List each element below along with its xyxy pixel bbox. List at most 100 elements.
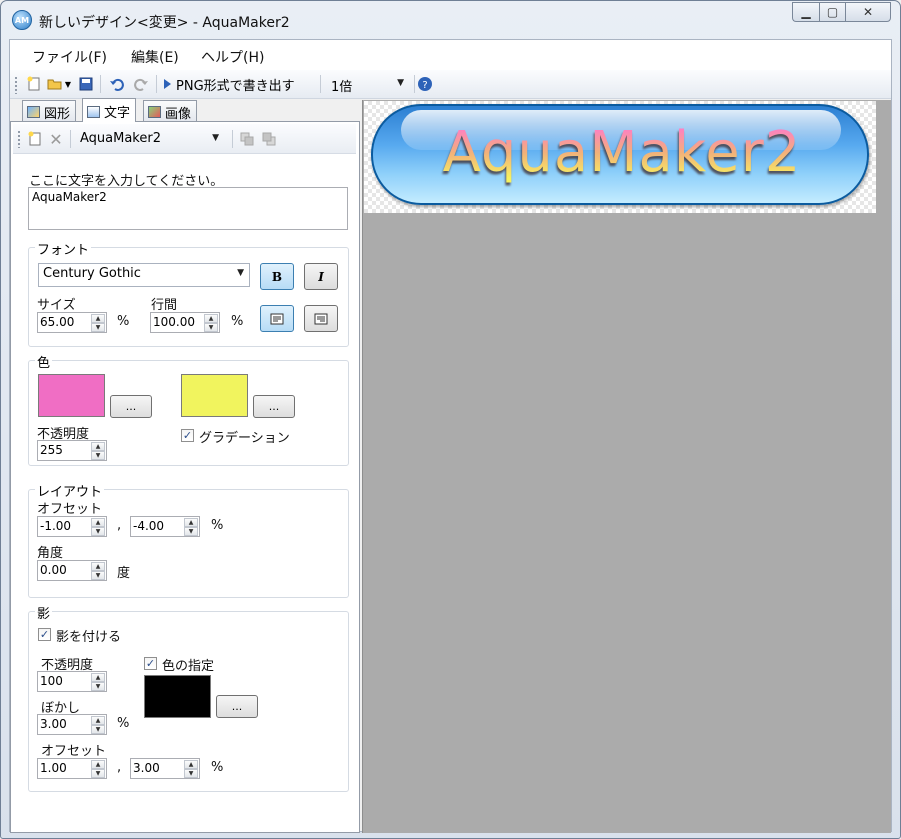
spin-up-icon[interactable]: ▲ bbox=[184, 518, 198, 527]
shadow-offset-y-spinner[interactable]: 3.00 ▲ ▼ bbox=[130, 758, 200, 779]
align-right-button[interactable] bbox=[304, 305, 338, 332]
tab-image[interactable]: 画像 bbox=[143, 100, 198, 122]
shadow-color-swatch[interactable] bbox=[144, 675, 211, 718]
line-spacing-unit: % bbox=[231, 314, 244, 329]
layout-offset-x-value: -1.00 bbox=[40, 519, 72, 533]
delete-text-button[interactable]: ✕ bbox=[46, 129, 66, 149]
bring-front-button[interactable] bbox=[237, 129, 257, 149]
layout-group: レイアウト オフセット -1.00 ▲ ▼ , -4.00 ▲ ▼ % 角度 0.0… bbox=[28, 481, 349, 598]
color1-swatch[interactable] bbox=[38, 374, 105, 417]
opacity-value: 255 bbox=[40, 443, 63, 457]
shadow-offset-y-value: 3.00 bbox=[133, 761, 160, 775]
text-item-select[interactable]: AquaMaker2 ▼ bbox=[75, 128, 225, 150]
spin-down-icon[interactable]: ▼ bbox=[184, 527, 198, 536]
send-back-button[interactable] bbox=[259, 129, 279, 149]
shadow-opacity-spinner[interactable]: 100 ▲ ▼ bbox=[37, 671, 107, 692]
color-spec-checkbox[interactable]: ✓ bbox=[144, 657, 157, 670]
spin-up-icon[interactable]: ▲ bbox=[91, 562, 105, 571]
close-icon: ✕ bbox=[862, 5, 874, 19]
shadow-color-browse-button[interactable]: ... bbox=[216, 695, 258, 718]
spin-down-icon[interactable]: ▼ bbox=[91, 725, 105, 734]
undo-button[interactable] bbox=[107, 74, 127, 94]
spin-down-icon[interactable]: ▼ bbox=[91, 682, 105, 691]
spin-down-icon[interactable]: ▼ bbox=[91, 769, 105, 778]
opacity-spinner[interactable]: 255 ▲ ▼ bbox=[37, 440, 107, 461]
save-button[interactable] bbox=[76, 74, 96, 94]
line-spacing-value: 100.00 bbox=[153, 315, 195, 329]
spin-up-icon[interactable]: ▲ bbox=[204, 314, 218, 323]
help-button[interactable]: ? bbox=[415, 74, 435, 94]
size-spinner[interactable]: 65.00 ▲ ▼ bbox=[37, 312, 107, 333]
spin-down-icon[interactable]: ▼ bbox=[91, 527, 105, 536]
tab-text[interactable]: 文字 bbox=[82, 98, 137, 122]
spin-up-icon[interactable]: ▲ bbox=[91, 673, 105, 682]
shadow-offset-x-spinner[interactable]: 1.00 ▲ ▼ bbox=[37, 758, 107, 779]
menu-file[interactable]: ファイル(F) bbox=[32, 47, 107, 67]
angle-spinner[interactable]: 0.00 ▲ ▼ bbox=[37, 560, 107, 581]
folder-open-icon bbox=[47, 79, 62, 90]
layout-offset-x-spinner[interactable]: -1.00 ▲ ▼ bbox=[37, 516, 107, 537]
tab-text-label: 文字 bbox=[104, 106, 131, 121]
color2-swatch[interactable] bbox=[181, 374, 248, 417]
maximize-button[interactable]: ▢ bbox=[819, 2, 845, 22]
color-spec-label: 色の指定 bbox=[162, 659, 215, 674]
spin-up-icon[interactable]: ▲ bbox=[91, 518, 105, 527]
layout-offset-y-spinner[interactable]: -4.00 ▲ ▼ bbox=[130, 516, 200, 537]
color1-browse-button[interactable]: ... bbox=[110, 395, 152, 418]
spin-down-icon[interactable]: ▼ bbox=[91, 571, 105, 580]
export-png-button[interactable]: PNG形式で書き出す bbox=[162, 74, 312, 94]
shadow-offset-label: オフセット bbox=[41, 744, 107, 759]
color2-browse-button[interactable]: ... bbox=[253, 395, 295, 418]
spin-down-icon[interactable]: ▼ bbox=[204, 323, 218, 332]
italic-button[interactable]: I bbox=[304, 263, 338, 290]
text-input[interactable]: AquaMaker2 bbox=[28, 187, 348, 230]
spin-up-icon[interactable]: ▲ bbox=[91, 760, 105, 769]
line-spacing-spinner[interactable]: 100.00 ▲ ▼ bbox=[150, 312, 220, 333]
window-title: 新しいデザイン<変更> - AquaMaker2 bbox=[39, 15, 290, 31]
font-name-value: Century Gothic bbox=[43, 266, 141, 281]
blur-spinner[interactable]: 3.00 ▲ ▼ bbox=[37, 714, 107, 735]
spin-up-icon[interactable]: ▲ bbox=[91, 314, 105, 323]
preview-image[interactable]: AquaMaker2 bbox=[364, 101, 876, 213]
open-dropdown-button[interactable]: ▼ bbox=[63, 74, 73, 94]
blur-unit: % bbox=[117, 716, 130, 731]
text-item-value: AquaMaker2 bbox=[80, 131, 161, 146]
add-text-button[interactable] bbox=[25, 129, 45, 149]
spin-down-icon[interactable]: ▼ bbox=[91, 451, 105, 460]
toolbar-grip[interactable] bbox=[17, 130, 21, 148]
shadow-enable-checkbox[interactable]: ✓ bbox=[38, 628, 51, 641]
undo-icon bbox=[110, 78, 124, 91]
font-group: フォント Century Gothic ▼ B I サイズ 65.00 ▲ ▼ %… bbox=[28, 239, 349, 347]
toolbar-grip[interactable] bbox=[14, 76, 18, 94]
zoom-select[interactable]: 1倍 ▼ bbox=[326, 73, 410, 95]
new-button[interactable] bbox=[24, 74, 44, 94]
menu-bar: ファイル(F) 編集(E) ヘルプ(H) bbox=[10, 40, 891, 70]
spin-up-icon[interactable]: ▲ bbox=[184, 760, 198, 769]
tab-shape[interactable]: 図形 bbox=[22, 100, 77, 122]
toolbar-separator bbox=[70, 130, 71, 148]
send-back-icon bbox=[262, 132, 276, 146]
toolbar-separator bbox=[100, 75, 101, 93]
minimize-button[interactable]: ▁ bbox=[792, 2, 819, 22]
spin-down-icon[interactable]: ▼ bbox=[184, 769, 198, 778]
canvas-area[interactable]: AquaMaker2 bbox=[362, 100, 891, 833]
angle-label: 角度 bbox=[37, 546, 64, 561]
spin-up-icon[interactable]: ▲ bbox=[91, 442, 105, 451]
font-select[interactable]: Century Gothic ▼ bbox=[38, 263, 250, 287]
close-button[interactable]: ✕ bbox=[845, 2, 891, 22]
gradient-checkbox[interactable]: ✓ bbox=[181, 429, 194, 442]
align-left-button[interactable] bbox=[260, 305, 294, 332]
delete-icon: ✕ bbox=[49, 129, 63, 149]
menu-edit[interactable]: 編集(E) bbox=[131, 47, 179, 67]
title-bar[interactable]: AM 新しいデザイン<変更> - AquaMaker2 ▁ ▢ ✕ bbox=[1, 1, 900, 39]
align-left-icon bbox=[270, 313, 284, 324]
menu-help[interactable]: ヘルプ(H) bbox=[201, 47, 264, 67]
spin-down-icon[interactable]: ▼ bbox=[91, 323, 105, 332]
app-icon[interactable]: AM bbox=[12, 10, 32, 30]
help-icon: ? bbox=[418, 77, 432, 91]
size-label: サイズ bbox=[37, 298, 76, 313]
bold-button[interactable]: B bbox=[260, 263, 294, 290]
spin-up-icon[interactable]: ▲ bbox=[91, 716, 105, 725]
open-button[interactable] bbox=[45, 74, 65, 94]
redo-button[interactable] bbox=[131, 74, 151, 94]
